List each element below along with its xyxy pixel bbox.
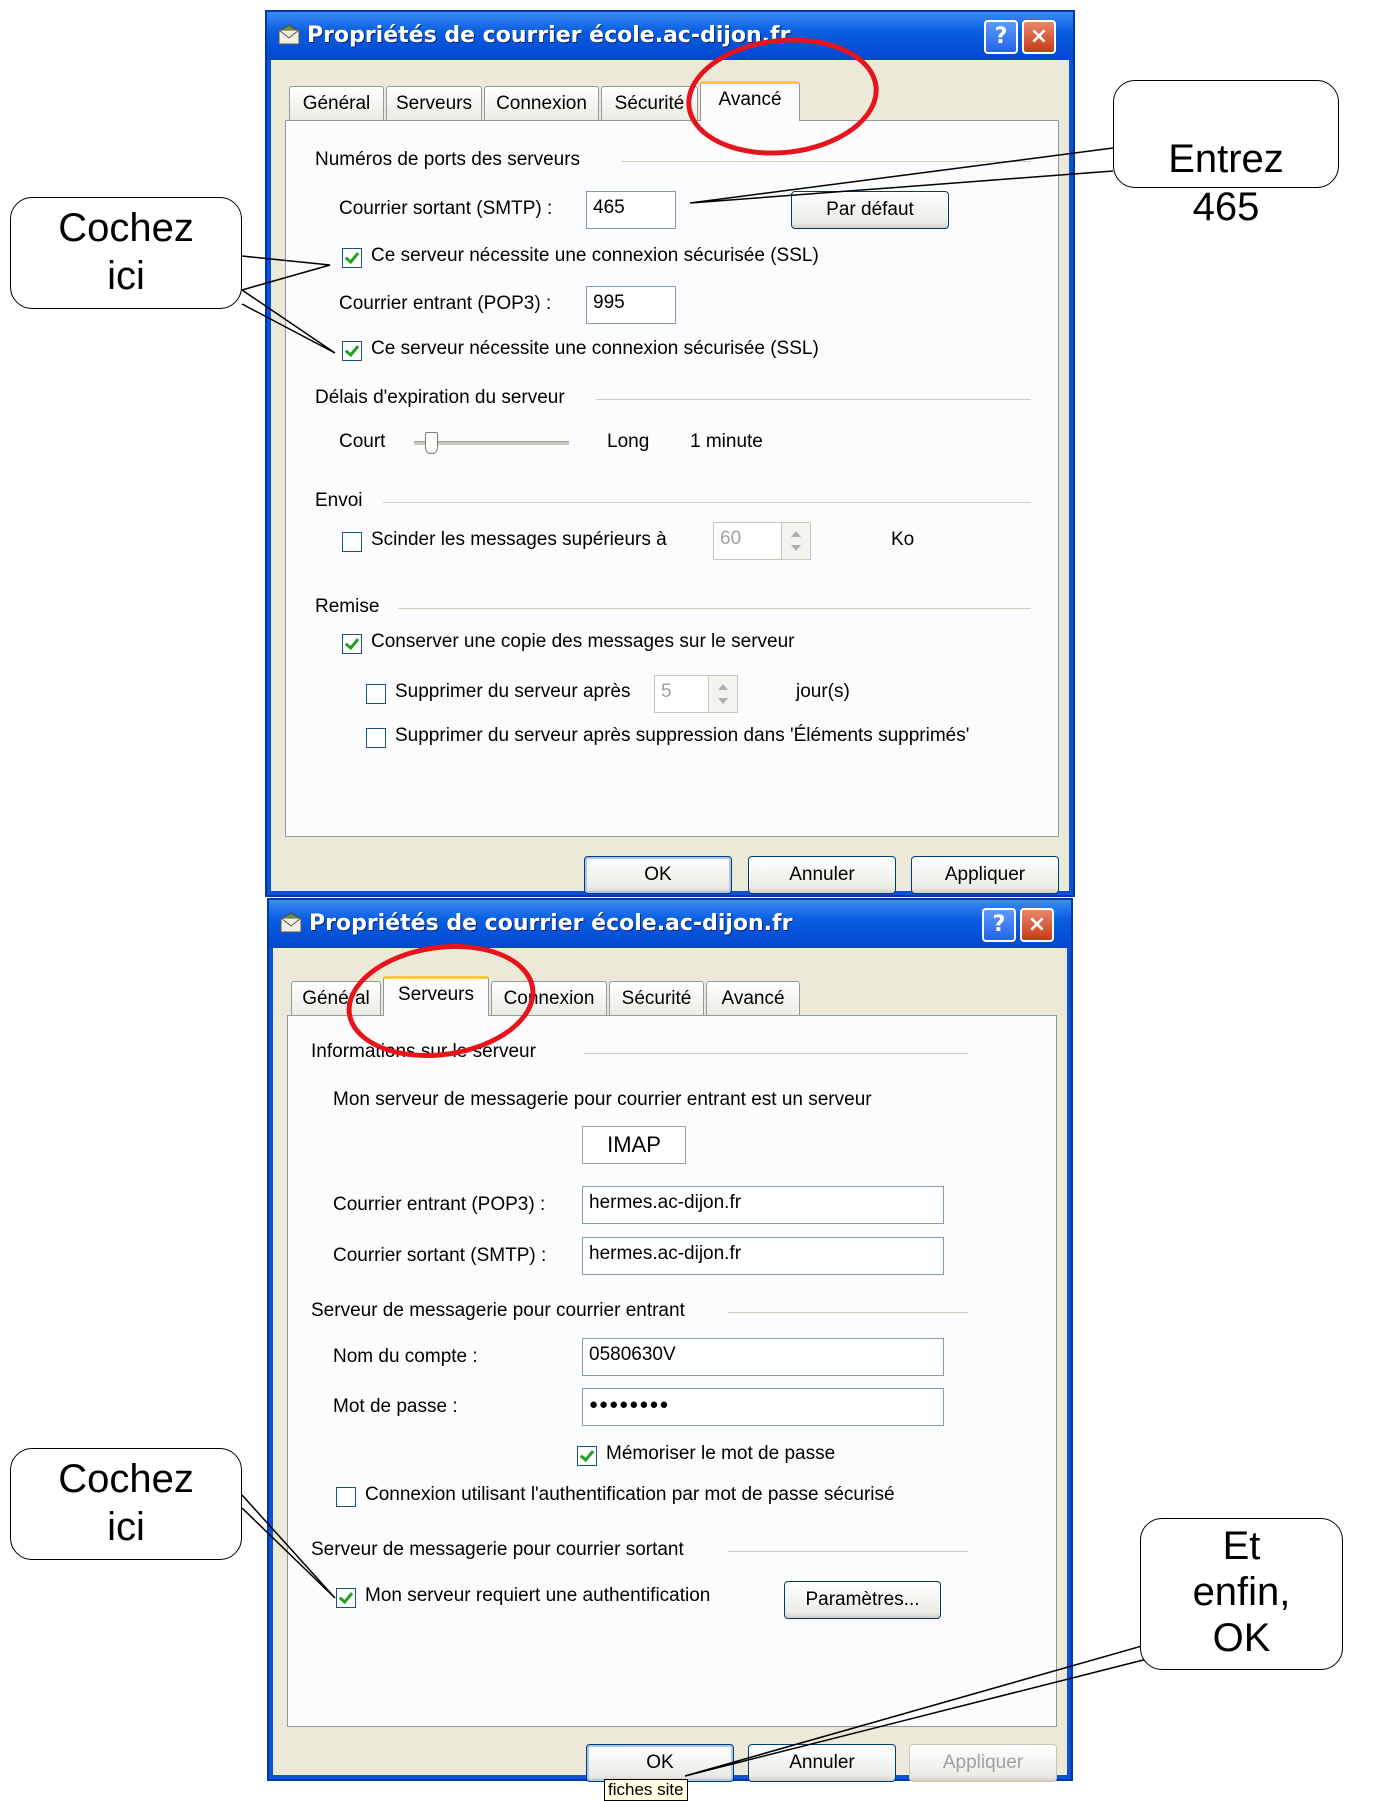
- tab-panel: Informations sur le serveur Mon serveur …: [287, 1015, 1057, 1727]
- delete-after-value: 5: [661, 681, 672, 702]
- requires-auth-label: Mon serveur requiert une authentificatio…: [365, 1585, 711, 1606]
- mail-account-icon: [280, 912, 302, 933]
- remember-password-checkbox[interactable]: [577, 1446, 597, 1466]
- help-button[interactable]: ?: [984, 20, 1018, 54]
- spa-checkbox[interactable]: [336, 1487, 356, 1507]
- remember-password-label: Mémoriser le mot de passe: [606, 1443, 836, 1464]
- split-size-unit: Ko: [891, 529, 915, 550]
- callout-check-auth: Cochez ici: [10, 1448, 242, 1560]
- account-name-input[interactable]: 0580630V: [582, 1338, 944, 1376]
- dialog-client: Général Serveurs Connexion Sécurité Avan…: [271, 60, 1069, 894]
- keep-copy-label: Conserver une copie des messages sur le …: [371, 631, 795, 652]
- password-label: Mot de passe :: [333, 1396, 458, 1417]
- delete-after-label: Supprimer du serveur après: [395, 681, 631, 702]
- title-bar[interactable]: Propriétés de courrier école.ac-dijon.fr…: [269, 900, 1071, 948]
- keep-copy-checkbox[interactable]: [342, 634, 362, 654]
- send-group-label: Envoi: [315, 490, 363, 511]
- group-divider: [398, 608, 1031, 609]
- incoming-group-label: Serveur de messagerie pour courrier entr…: [311, 1300, 685, 1321]
- callout-text: Et enfin, OK: [1192, 1524, 1291, 1660]
- timeout-short-label: Court: [339, 431, 386, 452]
- spin-arrows-icon: [781, 523, 810, 559]
- smtp-ssl-checkbox[interactable]: [342, 248, 362, 268]
- callout-check-ssl: Cochez ici: [10, 197, 242, 309]
- group-divider: [728, 1551, 968, 1552]
- tab-avance[interactable]: Avancé: [700, 81, 800, 121]
- ok-button[interactable]: OK: [586, 1744, 734, 1782]
- help-button[interactable]: ?: [982, 908, 1016, 942]
- tab-securite[interactable]: Sécurité: [609, 981, 704, 1015]
- server-type-description: Mon serveur de messagerie pour courrier …: [333, 1089, 872, 1110]
- delivery-group-label: Remise: [315, 596, 380, 617]
- pop3-ssl-label: Ce serveur nécessite une connexion sécur…: [371, 338, 819, 359]
- tab-avance[interactable]: Avancé: [706, 981, 800, 1015]
- server-type-box: IMAP: [582, 1126, 686, 1164]
- pop3-port-input[interactable]: 995: [586, 286, 676, 324]
- outgoing-server-label: Courrier sortant (SMTP) :: [333, 1245, 547, 1266]
- group-divider: [621, 161, 1031, 162]
- timeout-long-label: Long: [607, 431, 650, 452]
- account-name-label: Nom du compte :: [333, 1346, 478, 1367]
- ports-group-label: Numéros de ports des serveurs: [315, 149, 581, 170]
- window-title: Propriétés de courrier école.ac-dijon.fr: [307, 23, 791, 48]
- callout-finally-ok: Et enfin, OK: [1140, 1518, 1343, 1670]
- smtp-port-input[interactable]: 465: [586, 191, 676, 229]
- tab-general[interactable]: Général: [289, 86, 384, 120]
- server-type-value: IMAP: [607, 1132, 661, 1157]
- split-size-stepper: 60: [713, 522, 811, 560]
- split-size-value: 60: [720, 528, 742, 549]
- smtp-ssl-label: Ce serveur nécessite une connexion sécur…: [371, 245, 819, 266]
- settings-button[interactable]: Paramètres...: [784, 1581, 941, 1619]
- tooltip: fiches site: [604, 1779, 688, 1801]
- group-divider: [596, 399, 1031, 400]
- password-input[interactable]: ●●●●●●●●: [582, 1388, 944, 1426]
- group-divider: [584, 1053, 968, 1054]
- delete-after-stepper: 5: [654, 675, 738, 713]
- group-divider: [383, 502, 1031, 503]
- callout-text: Entrez 465: [1168, 137, 1284, 229]
- apply-button[interactable]: Appliquer: [911, 856, 1059, 894]
- timeout-group-label: Délais d'expiration du serveur: [315, 387, 565, 408]
- apply-button: Appliquer: [909, 1744, 1057, 1782]
- tab-connexion[interactable]: Connexion: [484, 86, 599, 120]
- ok-button[interactable]: OK: [584, 856, 732, 894]
- default-ports-button[interactable]: Par défaut: [791, 191, 949, 229]
- split-messages-label: Scinder les messages supérieurs à: [371, 529, 667, 550]
- timeout-value: 1 minute: [690, 431, 763, 452]
- cancel-button[interactable]: Annuler: [748, 1744, 896, 1782]
- mail-account-icon: [278, 24, 300, 45]
- pop3-ssl-checkbox[interactable]: [342, 341, 362, 361]
- delete-on-remove-label: Supprimer du serveur après suppression d…: [395, 725, 970, 746]
- callout-text: Cochez ici: [58, 1457, 194, 1549]
- cancel-button[interactable]: Annuler: [748, 856, 896, 894]
- delete-on-remove-checkbox[interactable]: [366, 728, 386, 748]
- tab-serveurs[interactable]: Serveurs: [383, 976, 489, 1016]
- delete-after-unit: jour(s): [796, 681, 850, 702]
- timeout-slider-thumb[interactable]: [424, 432, 438, 454]
- title-bar[interactable]: Propriétés de courrier école.ac-dijon.fr…: [267, 12, 1073, 60]
- close-button[interactable]: ×: [1020, 908, 1054, 942]
- tab-panel: Numéros de ports des serveurs Courrier s…: [285, 120, 1059, 837]
- delete-after-checkbox[interactable]: [366, 684, 386, 704]
- tab-securite[interactable]: Sécurité: [601, 86, 698, 120]
- group-divider: [728, 1312, 968, 1313]
- incoming-server-label: Courrier entrant (POP3) :: [333, 1194, 546, 1215]
- tab-serveurs[interactable]: Serveurs: [386, 86, 482, 120]
- incoming-server-input[interactable]: hermes.ac-dijon.fr: [582, 1186, 944, 1224]
- dialog-advanced: Propriétés de courrier école.ac-dijon.fr…: [265, 10, 1075, 897]
- outgoing-group-label: Serveur de messagerie pour courrier sort…: [311, 1539, 684, 1560]
- outgoing-server-input[interactable]: hermes.ac-dijon.fr: [582, 1237, 944, 1275]
- requires-auth-checkbox[interactable]: [336, 1588, 356, 1608]
- dialog-client: Général Serveurs Connexion Sécurité Avan…: [273, 948, 1067, 1801]
- spa-label: Connexion utilisant l'authentification p…: [365, 1484, 895, 1505]
- callout-enter-port: Entrez 465: [1113, 80, 1339, 229]
- close-button[interactable]: ×: [1022, 20, 1056, 54]
- split-messages-checkbox[interactable]: [342, 532, 362, 552]
- pop3-port-label: Courrier entrant (POP3) :: [339, 293, 552, 314]
- window-title: Propriétés de courrier école.ac-dijon.fr: [309, 911, 793, 936]
- callout-text: Cochez ici: [58, 206, 194, 298]
- smtp-port-label: Courrier sortant (SMTP) :: [339, 198, 553, 219]
- spin-arrows-icon: [708, 676, 737, 712]
